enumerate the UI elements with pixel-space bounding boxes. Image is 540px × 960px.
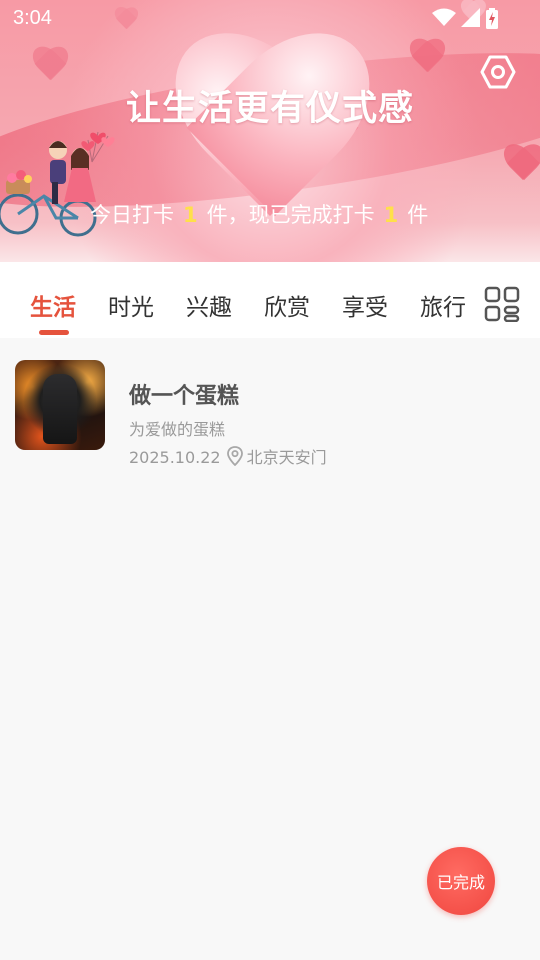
item-location: 北京天安门 xyxy=(246,448,327,467)
tab-interest[interactable]: 兴趣 xyxy=(186,288,232,322)
checkin-summary: 今日打卡 1 件，现已完成打卡 1 件 xyxy=(90,199,428,229)
checkin-suffix: 件 xyxy=(407,203,429,227)
banner-title: 让生活更有仪式感 xyxy=(125,89,414,129)
category-tab-bar: 生活 时光 兴趣 欣赏 享受 旅行 xyxy=(0,262,540,338)
item-thumbnail xyxy=(15,360,105,450)
thumbnail-figure xyxy=(43,374,77,444)
status-bar: 3:04 xyxy=(0,0,540,36)
item-date: 2025.10.22 xyxy=(129,448,221,467)
tab-travel[interactable]: 旅行 xyxy=(420,288,466,322)
all-categories-button[interactable] xyxy=(484,286,520,323)
today-checkin-count: 1 xyxy=(183,203,198,227)
header-banner: 3:04 让生活更有仪式感 今日打卡 1 件，现已完成打卡 1 件 xyxy=(0,0,540,262)
small-heart-decoration xyxy=(500,145,540,189)
location-pin-icon xyxy=(226,446,243,466)
active-tab-indicator xyxy=(39,330,69,335)
completed-button-label: 已完成 xyxy=(436,873,485,892)
total-checkin-count: 1 xyxy=(383,203,399,227)
tab-life[interactable]: 生活 xyxy=(30,288,76,322)
grid-view-icon xyxy=(484,286,520,323)
completed-button[interactable]: 已完成 xyxy=(427,847,495,915)
tab-time[interactable]: 时光 xyxy=(108,288,154,322)
item-meta: 2025.10.22 北京天安门 xyxy=(129,444,327,468)
wifi-icon xyxy=(432,8,456,26)
battery-charging-icon xyxy=(486,8,498,29)
checkin-middle: 件，现已完成打卡 xyxy=(206,203,375,227)
status-time: 3:04 xyxy=(13,7,52,29)
item-description: 为爱做的蛋糕 xyxy=(129,420,226,439)
checkin-prefix: 今日打卡 xyxy=(90,203,174,227)
list-item[interactable]: 做一个蛋糕 为爱做的蛋糕 2025.10.22 北京天安门 xyxy=(0,352,540,467)
tab-enjoy[interactable]: 享受 xyxy=(342,288,388,322)
small-heart-decoration xyxy=(405,40,449,80)
tab-appreciate[interactable]: 欣赏 xyxy=(264,288,310,322)
item-title: 做一个蛋糕 xyxy=(129,384,240,409)
signal-icon xyxy=(461,8,480,27)
